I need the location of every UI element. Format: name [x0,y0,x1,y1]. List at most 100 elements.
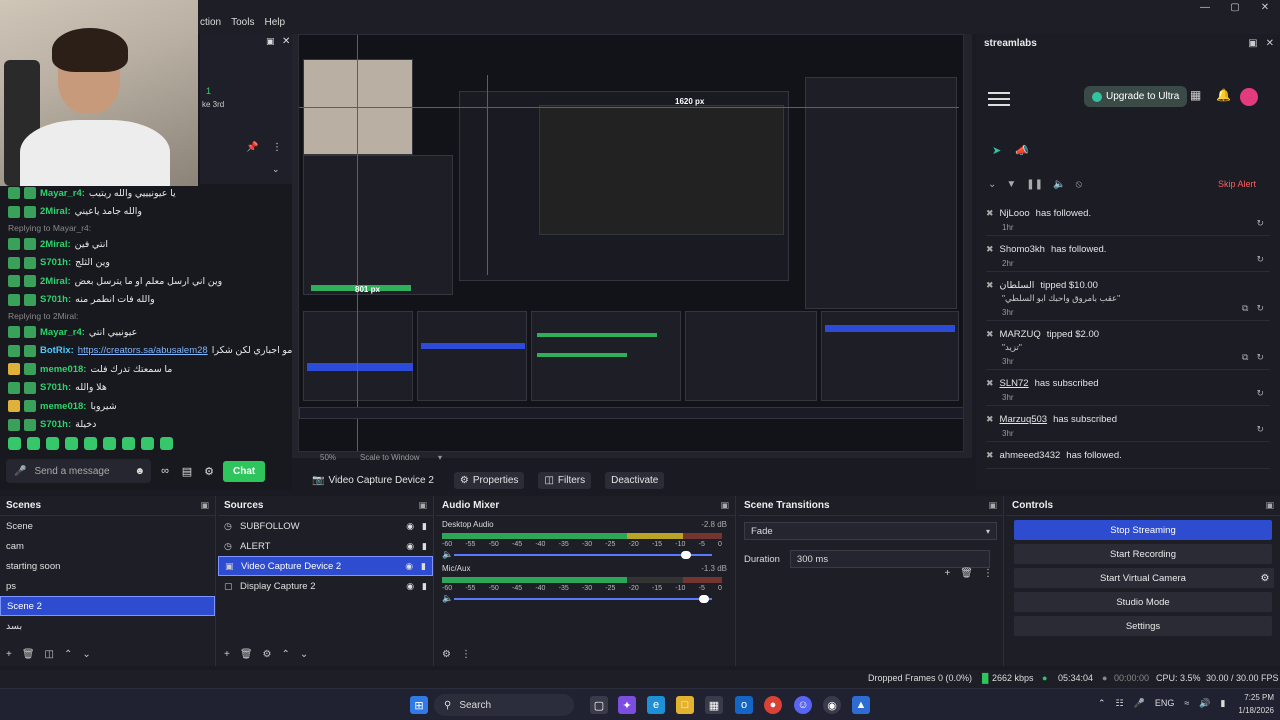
megaphone-icon[interactable]: 📣 [1015,144,1029,157]
hamburger-menu-icon[interactable] [988,88,1010,110]
bell-icon[interactable]: 🔔 [1216,88,1231,102]
popout-icon[interactable]: ▣ [1248,38,1257,49]
eye-icon[interactable]: ◉ [406,521,414,532]
volume-knob[interactable] [699,595,710,603]
stop-streaming-button[interactable]: Stop Streaming [1014,520,1272,540]
pin-icon[interactable]: 📌 [246,142,258,153]
emote-icon[interactable] [27,437,40,450]
move-up-icon[interactable]: ⌃ [64,649,72,660]
replay-icon[interactable]: ↻ [1256,388,1264,399]
settings-button[interactable]: Settings [1014,616,1272,636]
replay-icon[interactable]: ↻ [1256,303,1264,314]
lock-icon[interactable]: ▮ [422,541,427,552]
file-explorer-icon[interactable]: □ [676,696,694,714]
chat-send-button[interactable]: Chat [223,460,266,482]
windows-start-icon[interactable]: ⊞ [410,696,428,714]
activity-username[interactable]: MARZUQ [1000,329,1041,340]
speaker-icon[interactable]: 🔈 [442,549,453,560]
filter-icon[interactable]: ▼ [1006,179,1016,190]
more-options-icon[interactable]: ⋮ [272,142,282,153]
scene-item[interactable]: ps [0,576,215,596]
activity-username[interactable]: السلطان [1000,280,1035,291]
scale-mode-select[interactable]: Scale to Window [360,453,420,462]
obs-icon[interactable]: ◉ [823,696,841,714]
chat-username[interactable]: S701h: [40,419,71,430]
maximize-icon[interactable]: ▢ [1220,0,1250,14]
volume-icon[interactable]: 🔈 [1053,179,1065,190]
undock-icon[interactable]: ▣ [200,500,209,511]
filter-icon[interactable]: ◫ [45,649,54,660]
speaker-icon[interactable]: 🔈 [442,593,453,604]
chevron-down-icon[interactable]: ⌄ [988,179,996,190]
trash-icon[interactable]: 🗑 [240,649,253,660]
chevron-down-icon[interactable]: ⌄ [272,164,280,175]
close-icon[interactable]: ✕ [282,36,290,47]
emote-icon[interactable] [84,437,97,450]
gear-icon[interactable]: ⚙ [263,649,272,660]
undock-icon[interactable]: ▣ [988,500,997,511]
volume-slider[interactable]: 🔈 [442,549,722,560]
store-icon[interactable]: ▦ [705,696,723,714]
menu-item-tools[interactable]: Tools [231,17,254,28]
emote-icon[interactable] [122,437,135,450]
avatar[interactable] [1240,88,1258,106]
language-indicator[interactable]: ENG [1155,698,1175,709]
apps-grid-icon[interactable]: ▦ [1190,88,1201,102]
chat-username[interactable]: S701h: [40,294,71,305]
chat-username[interactable]: S701h: [40,382,71,393]
minimize-icon[interactable]: — [1190,0,1220,14]
activity-username[interactable]: Shomo3kh [1000,244,1045,255]
filters-button[interactable]: ◫ Filters [538,471,592,489]
undock-icon[interactable]: ▣ [720,500,729,511]
emote-icon[interactable] [46,437,59,450]
volume-knob[interactable] [681,551,692,559]
gear-icon[interactable]: ⚙ [1256,568,1274,588]
popout-icon[interactable]: ▣ [266,36,275,47]
source-item[interactable]: ◷ SUBFOLLOW ◉ ▮ [218,516,433,536]
start-recording-button[interactable]: Start Recording [1014,544,1272,564]
studio-mode-button[interactable]: Studio Mode [1014,592,1272,612]
copilot-icon[interactable]: ✦ [618,696,636,714]
move-down-icon[interactable]: ⌄ [82,649,90,660]
chat-username[interactable]: S701h: [40,257,71,268]
properties-button[interactable]: ⚙ Properties [453,471,525,489]
network-icon[interactable]: ☷ [1116,698,1124,709]
move-down-icon[interactable]: ⌄ [300,649,308,660]
chat-username[interactable]: meme018: [40,401,86,412]
eye-icon[interactable]: ◉ [406,541,414,552]
activity-username[interactable]: SLN72 [1000,378,1029,389]
microphone-icon[interactable]: 🎤 [14,466,26,477]
lock-icon[interactable]: ▮ [422,581,427,592]
close-icon[interactable]: ✕ [1266,38,1274,49]
chat-username[interactable]: 2Miral: [40,206,71,217]
chevron-down-icon[interactable]: ▾ [438,453,442,462]
chat-link[interactable]: https://creators.sa/abusalem28 [78,345,208,356]
replay-icon[interactable]: ↻ [1256,254,1264,265]
chat-username[interactable]: 2Miral: [40,276,71,287]
undock-icon[interactable]: ▣ [1265,500,1274,511]
menu-item-action[interactable]: ction [200,17,221,28]
emote-icon[interactable] [65,437,78,450]
chat-username[interactable]: meme018: [40,364,86,375]
activity-username[interactable]: ahmeeed3432 [1000,450,1061,461]
move-up-icon[interactable]: ⌃ [282,649,290,660]
transition-select[interactable]: Fade ▾ [744,522,997,540]
replay-icon[interactable]: ↻ [1256,424,1264,435]
scene-item[interactable]: cam [0,536,215,556]
speaker-icon[interactable]: 🔊 [1199,698,1210,709]
upgrade-ultra-button[interactable]: Upgrade to Ultra [1084,86,1188,107]
replay-icon[interactable]: ↻ [1256,218,1264,229]
source-item[interactable]: ▢ Display Capture 2 ◉ ▮ [218,576,433,596]
chat-username[interactable]: Mayar_r4: [40,327,85,338]
lock-icon[interactable]: ▮ [422,521,427,532]
pause-icon[interactable]: ❚❚ [1026,179,1043,190]
emote-icon[interactable] [103,437,116,450]
program-preview[interactable]: 1620 px 801 px [298,34,964,452]
undock-icon[interactable]: ▣ [418,500,427,511]
emote-icon[interactable] [8,437,21,450]
copy-icon[interactable]: ⧉ [1242,352,1248,363]
gear-icon[interactable]: ⚙ [442,649,451,660]
emote-icon[interactable] [160,437,173,450]
microphone-icon[interactable]: 🎤 [1134,698,1145,709]
scene-item[interactable]: Scene 2 [0,596,215,616]
